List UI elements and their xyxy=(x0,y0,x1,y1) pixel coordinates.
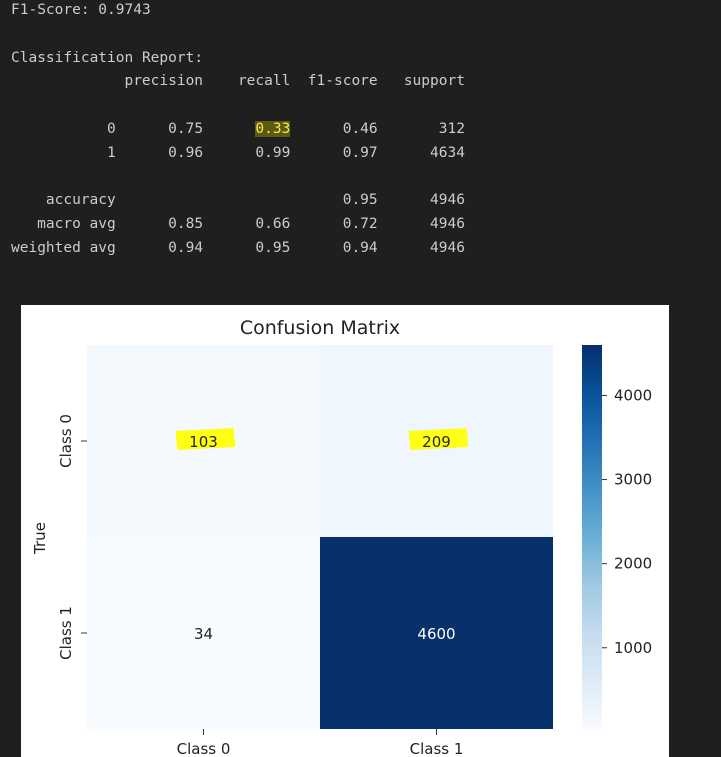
report-row: 0 0.75 0.33 0.46 312 xyxy=(11,118,465,142)
f1-value: 0.95 xyxy=(342,192,378,208)
cell-value: 34 xyxy=(194,625,213,643)
recall-value: 0.66 xyxy=(255,215,291,232)
colorbar-ticks: 1000 2000 3000 4000 xyxy=(602,386,652,657)
precision-value: 0.94 xyxy=(168,239,204,256)
row-label: 1 xyxy=(107,144,116,161)
x-tick-label: Class 0 xyxy=(177,740,231,757)
colorbar: 1000 2000 3000 4000 xyxy=(582,345,652,729)
header-recall: recall xyxy=(237,73,291,90)
colorbar-tick-label: 3000 xyxy=(614,471,652,489)
y-axis: Class 0 Class 1 xyxy=(57,414,87,660)
row-label: 0 xyxy=(107,120,116,137)
recall-value: 0.99 xyxy=(255,144,291,161)
row-label: macro avg xyxy=(37,215,116,232)
f1-value: 0.46 xyxy=(342,120,378,137)
report-title: Classification Report: xyxy=(11,49,204,66)
row-label: weighted avg xyxy=(11,239,116,256)
report-row: 1 0.96 0.99 0.97 4634 xyxy=(11,142,465,166)
row-label: accuracy xyxy=(45,192,116,208)
f1-score-line: F1-Score: 0.9743 xyxy=(11,2,151,18)
support-value: 312 xyxy=(438,120,465,137)
chart-title: Confusion Matrix xyxy=(240,317,400,339)
support-value: 4946 xyxy=(430,239,465,256)
heatmap-cells xyxy=(87,345,553,729)
y-tick-label: Class 1 xyxy=(57,606,75,660)
x-tick-label: Class 1 xyxy=(410,740,464,757)
colorbar-tick-label: 4000 xyxy=(614,386,652,404)
report-header-row: precision recall f1-score support xyxy=(11,70,465,94)
cell-value: 4600 xyxy=(417,625,455,643)
precision-value: 0.75 xyxy=(168,120,204,137)
cell-value: 209 xyxy=(422,433,451,451)
header-f1-score: f1-score xyxy=(307,73,378,90)
colorbar-tick-label: 1000 xyxy=(614,639,652,657)
console-output: F1-Score: 0.9743 Classification Report: p… xyxy=(11,0,465,260)
recall-value-highlighted: 0.33 xyxy=(255,120,291,137)
f1-value: 0.94 xyxy=(342,239,378,256)
confusion-matrix-figure: Confusion Matrix 103 209 34 4600 Class 0 Cla… xyxy=(21,305,669,757)
precision-value: 0.96 xyxy=(168,144,204,161)
report-row: weighted avg 0.94 0.95 0.94 4946 xyxy=(11,237,465,261)
f1-value: 0.72 xyxy=(342,215,378,232)
f1-value: 0.97 xyxy=(342,144,378,161)
x-axis: Class 0 Class 1 xyxy=(177,729,464,757)
support-value: 4946 xyxy=(430,215,465,232)
confusion-matrix-plot: Confusion Matrix 103 20934 4600 Class 0Cla… xyxy=(31,317,652,757)
precision-value: 0.85 xyxy=(168,215,204,232)
support-value: 4946 xyxy=(430,192,465,208)
support-value: 4634 xyxy=(430,144,465,161)
recall-value: 0.95 xyxy=(255,239,291,256)
header-precision: precision xyxy=(124,73,204,90)
header-support: support xyxy=(403,73,465,90)
report-row: accuracy 0.95 4946 xyxy=(11,189,465,213)
report-row: macro avg 0.85 0.66 0.72 4946 xyxy=(11,213,465,237)
y-axis-label: True xyxy=(31,522,49,555)
cell-value: 103 xyxy=(189,433,218,451)
colorbar-gradient xyxy=(582,345,602,729)
y-tick-label: Class 0 xyxy=(57,414,75,468)
colorbar-tick-label: 2000 xyxy=(614,555,652,573)
